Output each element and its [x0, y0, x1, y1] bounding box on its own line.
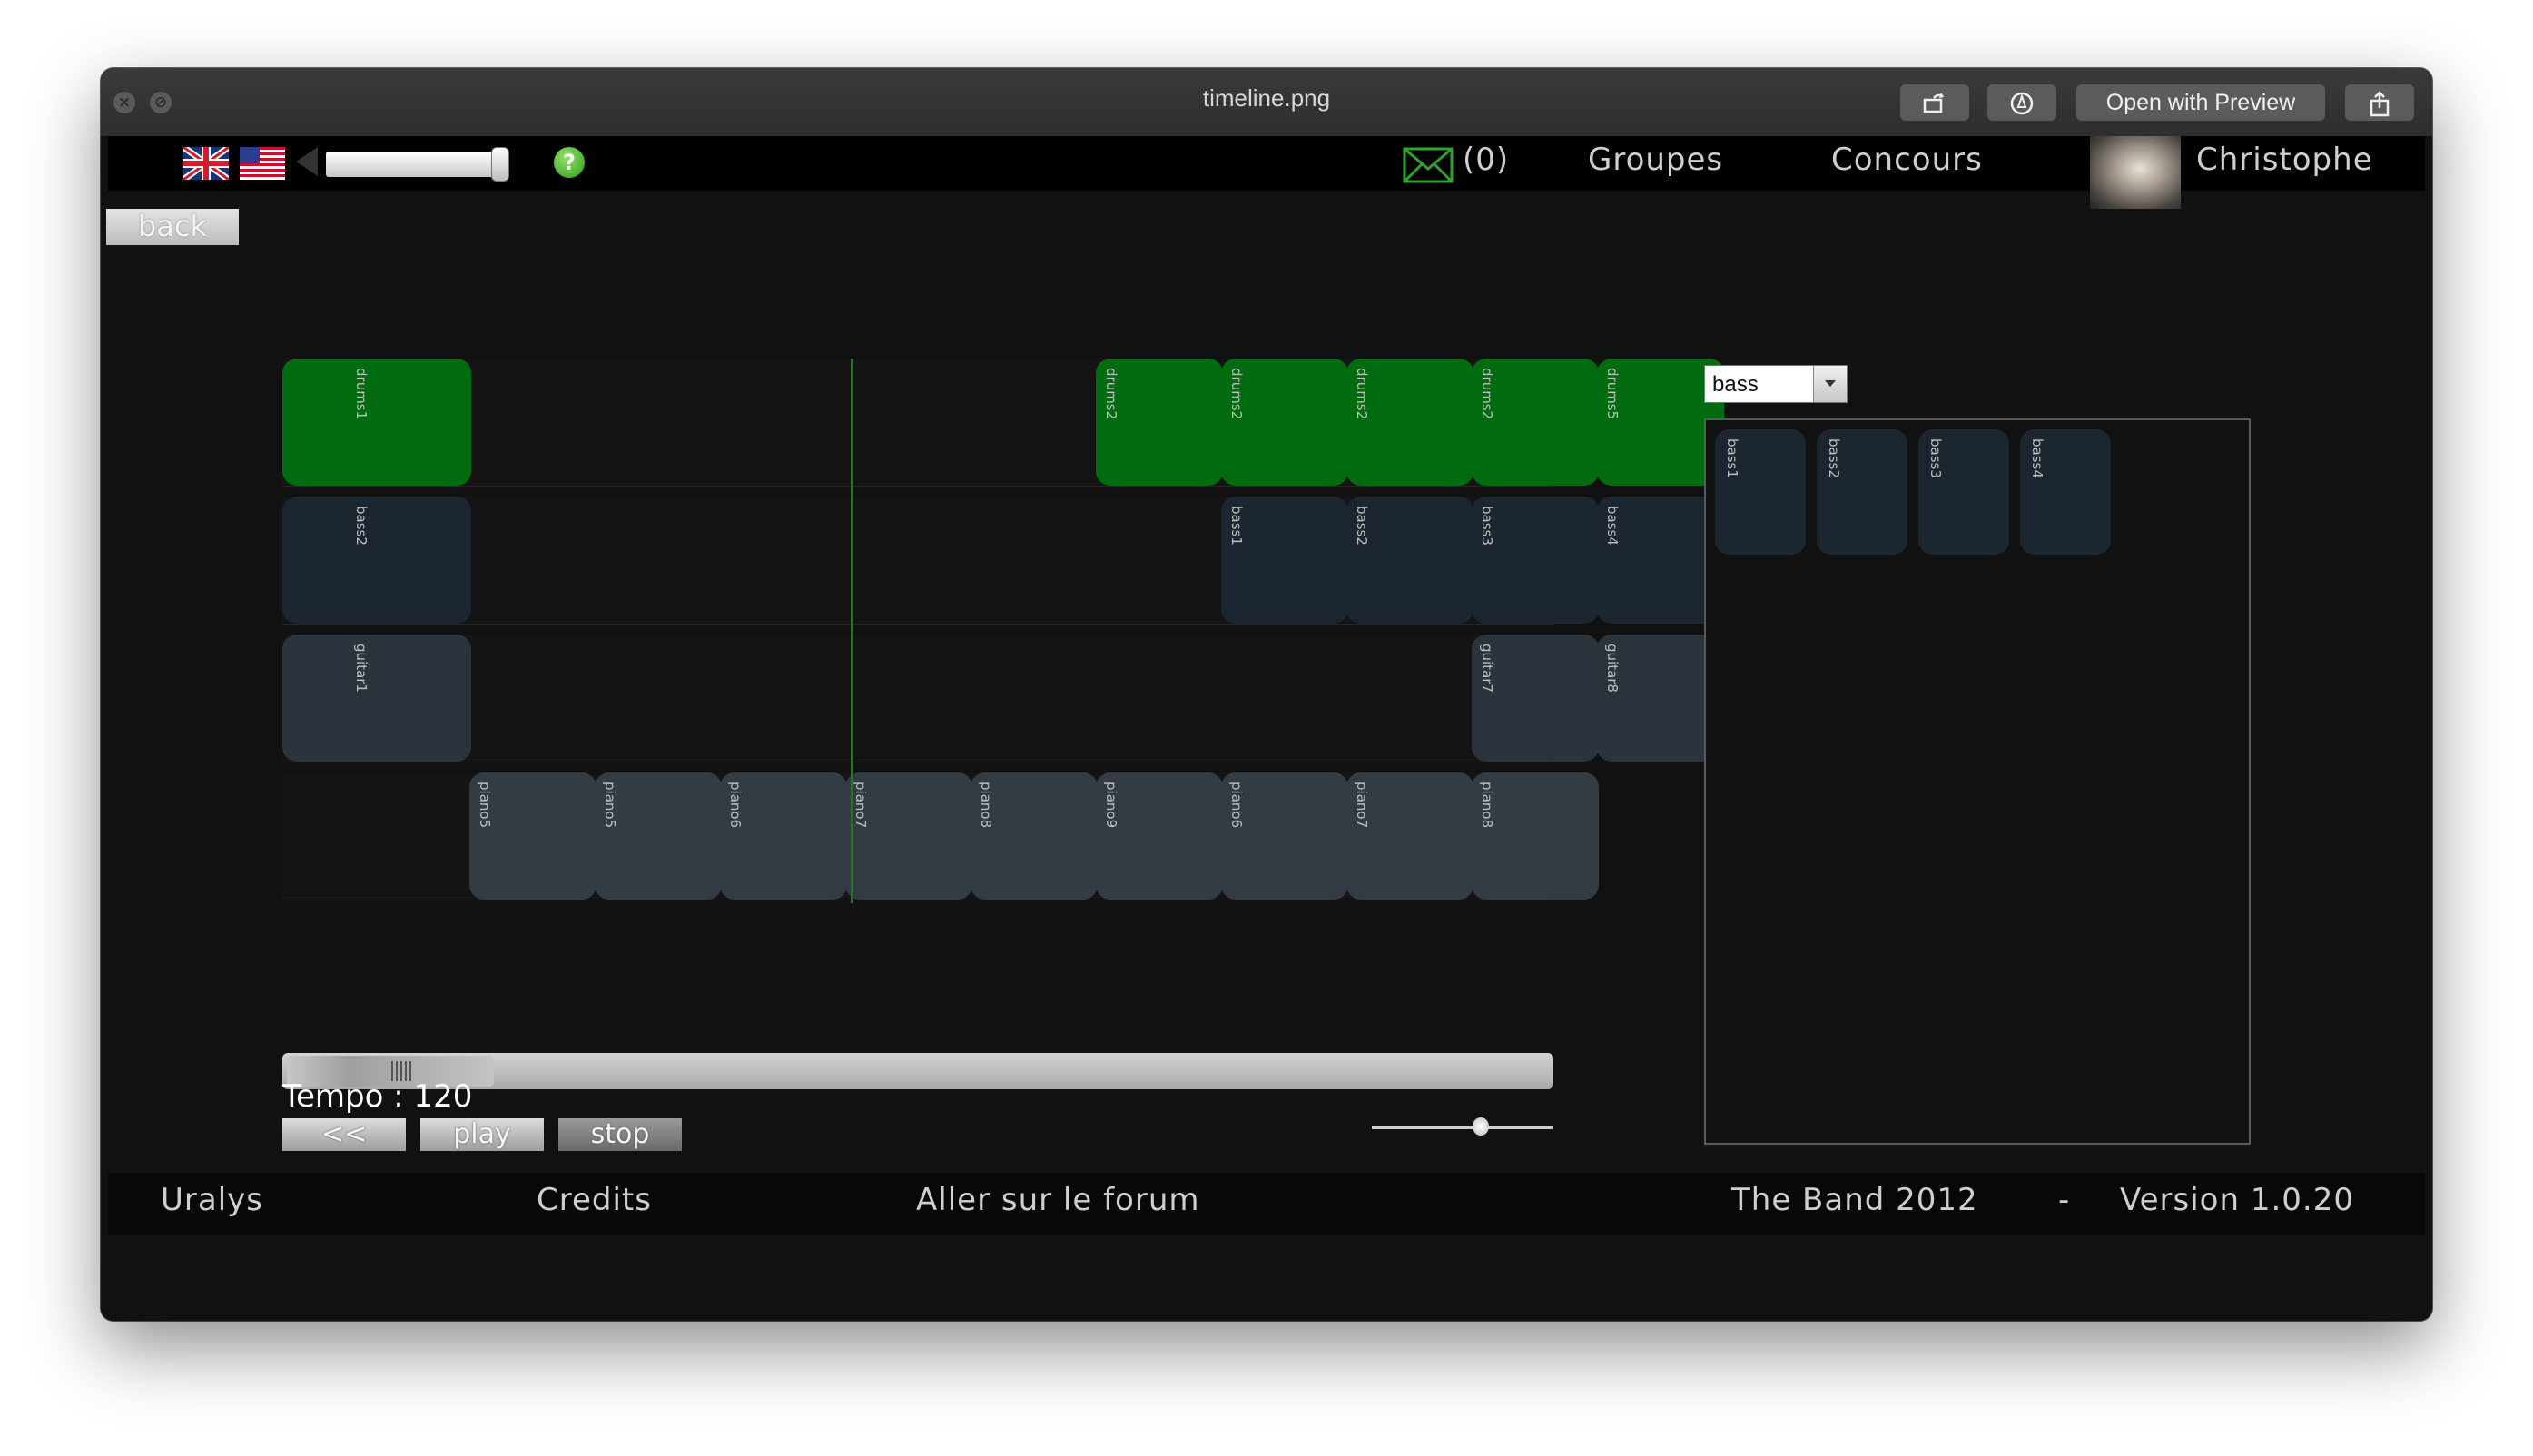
footer-credits-link[interactable]: Credits: [537, 1182, 652, 1218]
clip-label: piano7: [853, 782, 869, 829]
volume-slider[interactable]: [326, 152, 504, 177]
clip-label: guitar1: [353, 644, 370, 693]
footer: Uralys Credits Aller sur le forum The Ba…: [108, 1173, 2425, 1235]
footer-version: Version 1.0.20: [2120, 1182, 2354, 1218]
preview-window: × ⊘ timeline.png Open with Preview ? (0)…: [101, 68, 2432, 1321]
timeline-clip[interactable]: piano6: [720, 772, 847, 900]
app-canvas: ? (0) Groupes Concours Christophe back d…: [101, 136, 2432, 1321]
timeline-clip[interactable]: piano9: [1096, 772, 1223, 900]
nav-concours[interactable]: Concours: [1831, 142, 1983, 178]
clip-label: drums2: [1354, 368, 1370, 420]
tempo-label: Tempo : 120: [282, 1078, 473, 1115]
clip-label: bass4: [1604, 506, 1621, 546]
share-button[interactable]: [2345, 84, 2414, 121]
open-with-preview-button[interactable]: Open with Preview: [2076, 84, 2325, 121]
clip-label: bass3: [1927, 438, 1944, 478]
timeline-clip[interactable]: piano8: [1472, 772, 1599, 900]
footer-band-text: The Band 2012: [1731, 1182, 1978, 1218]
clip-label: guitar7: [1479, 644, 1495, 693]
back-button[interactable]: back: [106, 209, 239, 245]
timeline-clip[interactable]: bass2: [1346, 497, 1473, 624]
clip-label: bass4: [2029, 438, 2045, 478]
chevron-down-icon[interactable]: [1813, 366, 1847, 402]
volume-slider-handle[interactable]: [491, 147, 509, 182]
library-clip[interactable]: bass4: [2020, 429, 2111, 555]
library-clip[interactable]: bass2: [1817, 429, 1907, 555]
clip-label: drums2: [1228, 368, 1245, 420]
stop-button[interactable]: stop: [558, 1118, 682, 1151]
clip-label: bass2: [1826, 438, 1842, 478]
playhead[interactable]: [851, 359, 853, 903]
library-clip[interactable]: bass1: [1715, 429, 1806, 555]
timeline-clip[interactable]: bass2: [282, 497, 471, 624]
library-clip[interactable]: bass3: [1918, 429, 2009, 555]
timeline-clip[interactable]: piano5: [595, 772, 722, 900]
help-icon[interactable]: ?: [554, 147, 585, 178]
nav-groupes[interactable]: Groupes: [1588, 142, 1723, 178]
clip-label: piano8: [1479, 782, 1495, 829]
user-name[interactable]: Christophe: [2196, 142, 2373, 178]
track-row-guitar[interactable]: [282, 635, 1553, 762]
timeline-clip[interactable]: drums2: [1472, 359, 1599, 486]
clip-label: guitar8: [1604, 644, 1621, 693]
timeline-clip[interactable]: bass3: [1472, 497, 1599, 624]
clip-label: drums5: [1604, 368, 1621, 420]
timeline-clip[interactable]: guitar7: [1472, 635, 1599, 762]
clip-label: piano8: [978, 782, 994, 829]
timeline-clip[interactable]: piano7: [1346, 772, 1473, 900]
uk-flag-icon[interactable]: [183, 147, 229, 180]
clip-label: drums1: [353, 368, 370, 420]
clip-label: bass2: [353, 506, 370, 546]
clip-label: piano5: [477, 782, 493, 829]
track-divider: [282, 486, 1553, 487]
clip-label: piano6: [727, 782, 744, 829]
clip-label: piano5: [602, 782, 618, 829]
play-button[interactable]: play: [420, 1118, 544, 1151]
master-volume-handle[interactable]: [1473, 1117, 1489, 1136]
clip-label: bass3: [1479, 506, 1495, 546]
timeline-clip[interactable]: drums2: [1346, 359, 1473, 486]
avatar[interactable]: [2090, 136, 2181, 209]
clip-label: bass1: [1724, 438, 1740, 478]
clip-library[interactable]: bass1 bass2 bass3 bass4: [1704, 418, 2251, 1145]
speaker-icon: [296, 147, 318, 176]
track-divider: [282, 624, 1553, 625]
share-icon: [2370, 91, 2390, 117]
clip-label: piano9: [1103, 782, 1119, 829]
timeline-clip[interactable]: guitar1: [282, 635, 471, 762]
timeline[interactable]: drums1 drums2 drums2 drums2 drums2 drums5 bass…: [282, 359, 1724, 903]
clip-label: drums2: [1103, 368, 1119, 420]
timeline-clip[interactable]: piano5: [469, 772, 596, 900]
timeline-clip[interactable]: drums2: [1221, 359, 1348, 486]
footer-uralys-link[interactable]: Uralys: [161, 1182, 263, 1218]
instrument-select[interactable]: bass: [1704, 365, 1848, 403]
markup-icon: [2010, 92, 2034, 115]
us-flag-icon[interactable]: [240, 147, 285, 180]
rewind-button[interactable]: <<: [282, 1118, 406, 1151]
instrument-select-value: bass: [1712, 372, 1759, 397]
timeline-clip[interactable]: piano8: [971, 772, 1098, 900]
rotate-icon: [1923, 93, 1944, 113]
rotate-button[interactable]: [1900, 84, 1969, 121]
markup-button[interactable]: [1987, 84, 2056, 121]
timeline-clip[interactable]: piano7: [845, 772, 972, 900]
timeline-clip[interactable]: drums1: [282, 359, 471, 486]
clip-label: drums2: [1479, 368, 1495, 420]
timeline-clip[interactable]: piano6: [1221, 772, 1348, 900]
envelope-icon[interactable]: [1403, 147, 1454, 183]
clip-label: bass2: [1354, 506, 1370, 546]
footer-forum-link[interactable]: Aller sur le forum: [916, 1182, 1200, 1218]
title-bar: × ⊘ timeline.png Open with Preview: [101, 68, 2432, 137]
clip-label: bass1: [1228, 506, 1245, 546]
messages-count[interactable]: (0): [1463, 142, 1509, 178]
timeline-scrollbar[interactable]: [282, 1053, 1553, 1089]
clip-label: piano7: [1354, 782, 1370, 829]
clip-label: piano6: [1228, 782, 1245, 829]
footer-separator: -: [2058, 1182, 2071, 1218]
timeline-clip[interactable]: drums2: [1096, 359, 1223, 486]
timeline-clip[interactable]: bass1: [1221, 497, 1348, 624]
top-bar: ? (0) Groupes Concours Christophe: [108, 136, 2425, 209]
master-volume-slider[interactable]: [1372, 1126, 1553, 1129]
